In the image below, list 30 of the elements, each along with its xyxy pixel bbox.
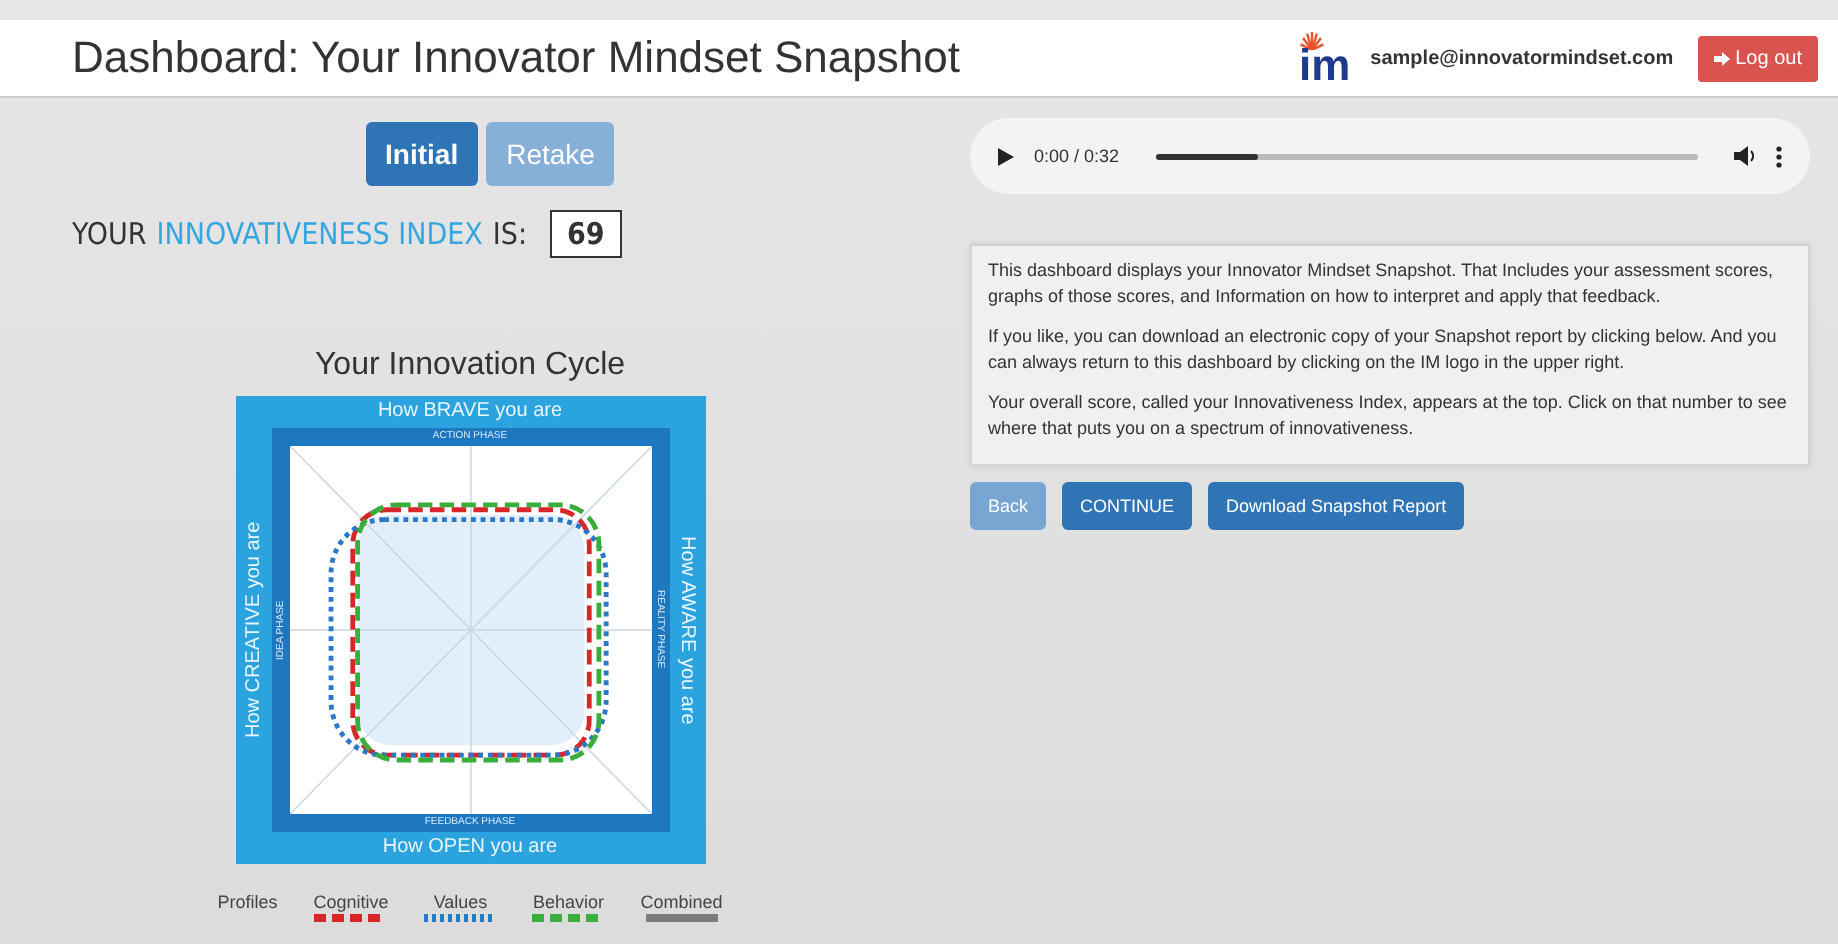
legend-title: Profiles <box>217 892 278 912</box>
info-paragraph: If you like, you can download an electronic copy of your Snapshot report by clicking below. And you can always return to this dashboard by clicking on the IM logo in the upper right. <box>988 324 1779 376</box>
progress-track[interactable] <box>1155 153 1698 159</box>
axis-label: How BRAVE you are <box>377 398 563 426</box>
play-icon[interactable] <box>998 147 1014 165</box>
volume-icon[interactable] <box>1734 146 1756 166</box>
action-button[interactable]: Download Snapshot Report <box>1208 482 1465 530</box>
legend-label: Combined <box>640 892 723 912</box>
logout-icon <box>1713 51 1730 65</box>
index-label: INNOVATIVENESS INDEX <box>156 216 483 252</box>
axis-label: How AWARE you are <box>674 533 700 729</box>
axis-label: How OPEN you are <box>382 834 558 862</box>
page-title: Dashboard: Your Innovator Mindset Snapshot <box>72 32 962 84</box>
logout-button[interactable]: Log out <box>1697 35 1818 81</box>
index-value[interactable]: 69 <box>549 210 623 258</box>
legend-label: Behavior <box>532 892 605 912</box>
logo[interactable]: im <box>1298 29 1351 87</box>
legend-label: Cognitive <box>313 892 389 912</box>
user-email: sample@innovatormindset.com <box>1370 47 1674 69</box>
legend-label: Values <box>433 892 488 912</box>
chart-title: Your Innovation Cycle <box>314 348 626 384</box>
info-paragraph: This dashboard displays your Innovator Mindset Snapshot. That Includes your assessment scores, graphs of those scores, and Information on how to interpret and apply that feedback. <box>988 258 1776 310</box>
info-paragraph: Your overall score, called your Innovativeness Index, appears at the top. Click on that number to see where that puts you on a spectrum of innovativeness. <box>988 390 1789 442</box>
action-button[interactable]: CONTINUE <box>1062 482 1193 530</box>
audio-time: 0:00 / 0:32 <box>1034 146 1120 166</box>
index-label: IS: <box>492 216 528 252</box>
axis-label: How CREATIVE you are <box>240 519 266 743</box>
more-icon[interactable] <box>1776 145 1782 167</box>
tab[interactable]: Initial <box>365 122 479 186</box>
index-label: YOUR <box>72 216 147 252</box>
